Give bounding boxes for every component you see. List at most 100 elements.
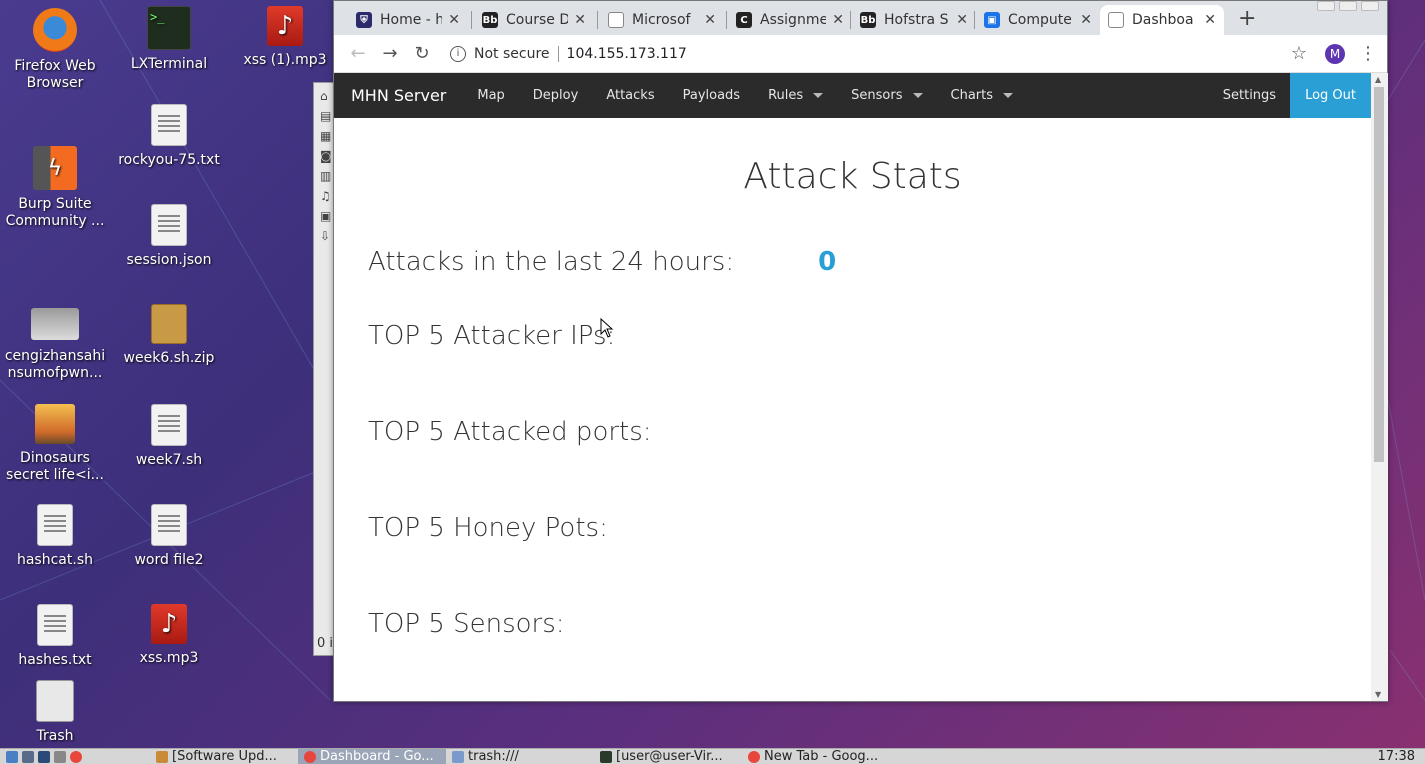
text-file-icon [37, 504, 73, 546]
desktop-icon-session-json[interactable]: session.json [114, 204, 224, 269]
file-manager-icon [22, 750, 34, 763]
close-window-button[interactable] [1361, 1, 1379, 11]
taskbar-item-software-update[interactable]: [Software Upd... [150, 749, 298, 764]
tab-compute[interactable]: ▣ Compute ✕ [976, 5, 1100, 35]
desktop-icon-label: Burp Suite Community ... [5, 196, 105, 229]
desktop-icon-label: Dinosaurs secret life<i... [6, 450, 104, 483]
nav-attacks[interactable]: Attacks [592, 73, 668, 118]
taskbar: [Software Upd... Dashboard - Go... trash… [0, 748, 1425, 764]
nav-rules[interactable]: Rules [754, 73, 837, 118]
tab-dashboard[interactable]: Dashboa ✕ [1100, 5, 1224, 35]
attack-stats-content: Attack Stats Attacks in the last 24 hour… [334, 156, 1371, 639]
close-icon[interactable]: ✕ [704, 12, 716, 28]
page-content: MHN Server Map Deploy Attacks Payloads R… [334, 73, 1371, 701]
close-icon[interactable]: ✕ [1204, 12, 1216, 28]
close-icon[interactable]: ✕ [448, 12, 460, 28]
desktop-icon-label: week7.sh [135, 452, 203, 468]
nav-label: Deploy [532, 88, 579, 103]
security-label: Not secure [474, 45, 550, 62]
browser-icon [38, 750, 50, 763]
desktop-icon-trash[interactable]: Trash [0, 680, 110, 745]
tab-title: Assignme [760, 12, 827, 28]
audio-file-icon: ♪ [267, 6, 303, 46]
close-icon[interactable]: ✕ [832, 12, 844, 28]
desktop-icon-cengizhan[interactable]: cengizhansahinsumofpwn... [0, 298, 110, 382]
desktop-icon-word-file2[interactable]: word file2 [114, 504, 224, 569]
desktop-icon-label: rockyou-75.txt [118, 152, 220, 168]
nav-charts[interactable]: Charts [937, 73, 1028, 118]
tab-title: Compute [1008, 12, 1072, 28]
url-text[interactable]: 104.155.173.117 [567, 46, 687, 62]
reload-icon[interactable]: ↻ [408, 43, 436, 64]
close-icon[interactable]: ✕ [574, 12, 586, 28]
maximize-button[interactable] [1339, 1, 1357, 11]
launcher-area[interactable] [0, 749, 150, 764]
taskbar-item-new-tab[interactable]: New Tab - Goog... [742, 749, 890, 764]
desktop-icon-firefox[interactable]: Firefox Web Browser [0, 8, 110, 92]
nav-settings[interactable]: Settings [1209, 73, 1290, 118]
desktop-icon-label: Firefox Web Browser [14, 58, 96, 91]
tab-hofstra[interactable]: Bb Hofstra S ✕ [852, 5, 976, 35]
forward-arrow-icon[interactable]: → [376, 43, 404, 64]
desktop-icon-rockyou[interactable]: rockyou-75.txt [114, 104, 224, 169]
scroll-down-arrow-icon[interactable]: ▼ [1375, 690, 1381, 699]
image-file-icon [31, 308, 79, 340]
tab-assignment[interactable]: C Assignme ✕ [728, 5, 852, 35]
desktop-icon-xss-1-mp3[interactable]: ♪ xss (1).mp3 [230, 6, 340, 69]
bookmark-star-icon[interactable]: ☆ [1291, 43, 1307, 64]
nav-payloads[interactable]: Payloads [669, 73, 754, 118]
scrollbar-thumb[interactable] [1374, 87, 1384, 462]
more-menu-icon[interactable]: ⋮ [1359, 43, 1377, 64]
desktop-icon-burp-suite[interactable]: ϟ Burp Suite Community ... [0, 146, 110, 230]
desktop-icon-lxterminal[interactable]: >_ LXTerminal [114, 6, 224, 73]
browser-window[interactable]: ⛨ Home - h ✕ Bb Course D ✕ Microsof ✕ C … [333, 0, 1388, 702]
nav-deploy[interactable]: Deploy [519, 73, 593, 118]
desktop-icon-label: Trash [36, 728, 74, 744]
brand-link[interactable]: MHN Server [334, 86, 463, 105]
profile-avatar[interactable]: M [1325, 43, 1345, 64]
desktop-icon-week7-sh[interactable]: week7.sh [114, 404, 224, 469]
info-icon[interactable]: i [450, 45, 466, 62]
taskbar-item-dashboard[interactable]: Dashboard - Go... [298, 748, 446, 764]
nav-label: Attacks [606, 88, 655, 103]
desktop-icon-label: word file2 [134, 552, 204, 568]
nav-map[interactable]: Map [463, 73, 518, 118]
close-icon[interactable]: ✕ [956, 12, 968, 28]
tab-separator [974, 11, 975, 29]
desktop-icon-hashcat-sh[interactable]: hashcat.sh [0, 504, 110, 569]
firefox-icon [33, 8, 77, 52]
tab-course[interactable]: Bb Course D ✕ [474, 5, 594, 35]
desktop-icon-label: session.json [126, 252, 212, 268]
tab-title: Microsof [632, 12, 691, 28]
clock[interactable]: 17:38 [1378, 749, 1425, 764]
taskbar-item-trash[interactable]: trash:/// [446, 749, 594, 764]
tab-separator [726, 11, 727, 29]
close-icon[interactable]: ✕ [1080, 12, 1092, 28]
nav-sensors[interactable]: Sensors [837, 73, 936, 118]
address-bar[interactable]: i Not secure 104.155.173.117 [450, 45, 1291, 62]
scroll-up-arrow-icon[interactable]: ▲ [1375, 75, 1381, 84]
image-file-icon [35, 404, 75, 444]
back-arrow-icon[interactable]: ← [344, 43, 372, 64]
logout-button[interactable]: Log Out [1290, 73, 1371, 118]
attacks-24h-label: Attacks in the last 24 hours: [368, 247, 735, 277]
taskbar-item-terminal[interactable]: [user@user-Vir... [594, 749, 742, 764]
desktop-icon-xss-mp3[interactable]: ♪ xss.mp3 [114, 604, 224, 667]
desktop-icon-label: cengizhansahinsumofpwn... [4, 348, 106, 381]
text-file-icon [151, 104, 187, 146]
c-logo-icon: C [736, 12, 752, 28]
audio-file-icon: ♪ [151, 604, 187, 644]
new-tab-button[interactable]: + [1238, 6, 1256, 31]
desktop-icon-week6-zip[interactable]: week6.sh.zip [114, 304, 224, 367]
page-scrollbar[interactable]: ▲ ▼ [1371, 73, 1388, 701]
nav-label: Map [477, 88, 505, 103]
minimize-button[interactable] [1317, 1, 1335, 11]
tab-home[interactable]: ⛨ Home - h ✕ [348, 5, 468, 35]
nav-label: Settings [1222, 88, 1277, 103]
desktop-icon-label: hashes.txt [18, 652, 92, 668]
desktop-icon-dinosaurs[interactable]: Dinosaurs secret life<i... [0, 404, 110, 484]
tab-title: Hofstra S [884, 12, 949, 28]
blackboard-icon: Bb [482, 12, 498, 28]
tab-microsoft[interactable]: Microsof ✕ [600, 5, 724, 35]
desktop-icon-hashes-txt[interactable]: hashes.txt [0, 604, 110, 669]
